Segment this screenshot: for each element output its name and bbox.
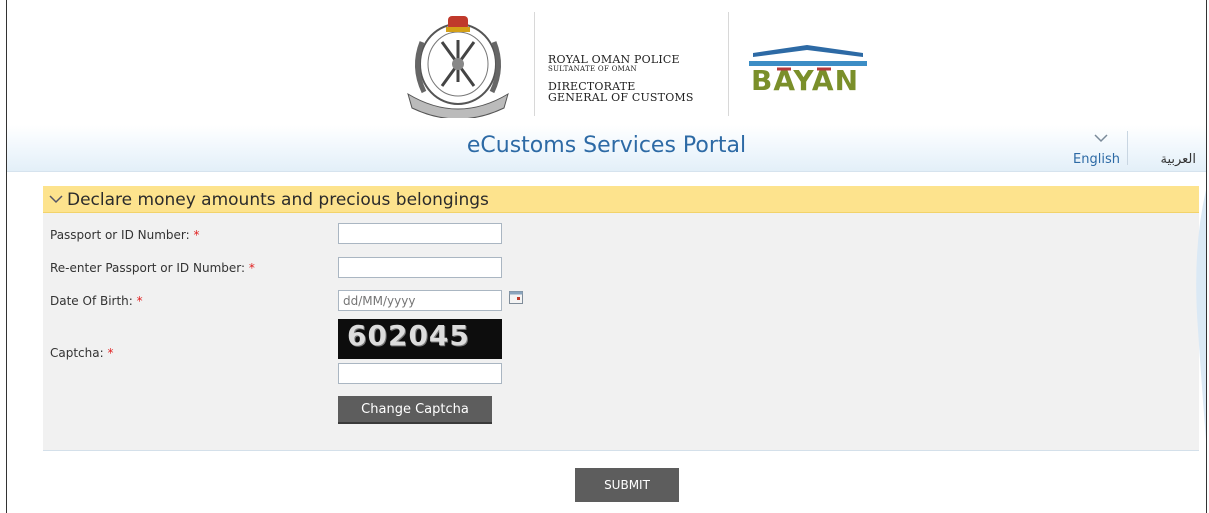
required-marker: *: [193, 228, 200, 242]
reenter-passport-label: Re-enter Passport or ID Number: *: [50, 261, 255, 275]
org-line2: SULTANATE OF OMAN: [548, 65, 637, 73]
passport-label: Passport or ID Number: *: [50, 228, 200, 242]
submit-button[interactable]: SUBMIT: [575, 468, 679, 502]
header-divider-right: [728, 12, 729, 116]
language-switcher: English العربية: [1046, 131, 1196, 167]
language-arabic-link[interactable]: العربية: [1160, 152, 1196, 167]
passport-input[interactable]: [338, 223, 502, 244]
section-header[interactable]: Declare money amounts and precious belon…: [43, 186, 1199, 213]
required-marker: *: [136, 294, 143, 308]
header-divider-left: [534, 12, 535, 116]
date-of-birth-input[interactable]: [338, 290, 502, 311]
bayan-logo-text: BAYAN: [751, 64, 859, 93]
page-frame: ROYAL OMAN POLICE SULTANATE OF OMAN DIRE…: [6, 0, 1207, 513]
org-line4: GENERAL OF CUSTOMS: [548, 91, 694, 104]
captcha-input[interactable]: [338, 363, 502, 384]
captcha-label: Captcha: *: [50, 346, 114, 360]
header-logos: ROYAL OMAN POLICE SULTANATE OF OMAN DIRE…: [402, 8, 880, 120]
language-separator: [1127, 131, 1128, 165]
declaration-form-panel: Declare money amounts and precious belon…: [43, 186, 1199, 451]
chevron-down-icon[interactable]: [1094, 133, 1108, 143]
directorate-text-block: ROYAL OMAN POLICE SULTANATE OF OMAN DIRE…: [548, 54, 694, 103]
date-of-birth-label: Date Of Birth: *: [50, 294, 143, 308]
required-marker: *: [107, 346, 114, 360]
required-marker: *: [248, 261, 255, 275]
royal-oman-police-emblem: [407, 16, 509, 118]
chevron-down-icon: [49, 195, 63, 204]
captcha-image: 602045: [338, 319, 502, 359]
captcha-code: 602045: [347, 319, 470, 352]
change-captcha-button[interactable]: Change Captcha: [338, 396, 492, 424]
org-line1: ROYAL OMAN POLICE: [548, 53, 680, 66]
reenter-passport-input[interactable]: [338, 257, 502, 278]
portal-title: eCustoms Services Portal: [466, 133, 747, 158]
bayan-logo: BAYAN: [749, 45, 867, 93]
section-title: Declare money amounts and precious belon…: [67, 190, 489, 210]
language-english-link[interactable]: English: [1073, 152, 1120, 167]
calendar-icon[interactable]: [509, 291, 523, 304]
decorative-side-wave: [1196, 190, 1206, 440]
